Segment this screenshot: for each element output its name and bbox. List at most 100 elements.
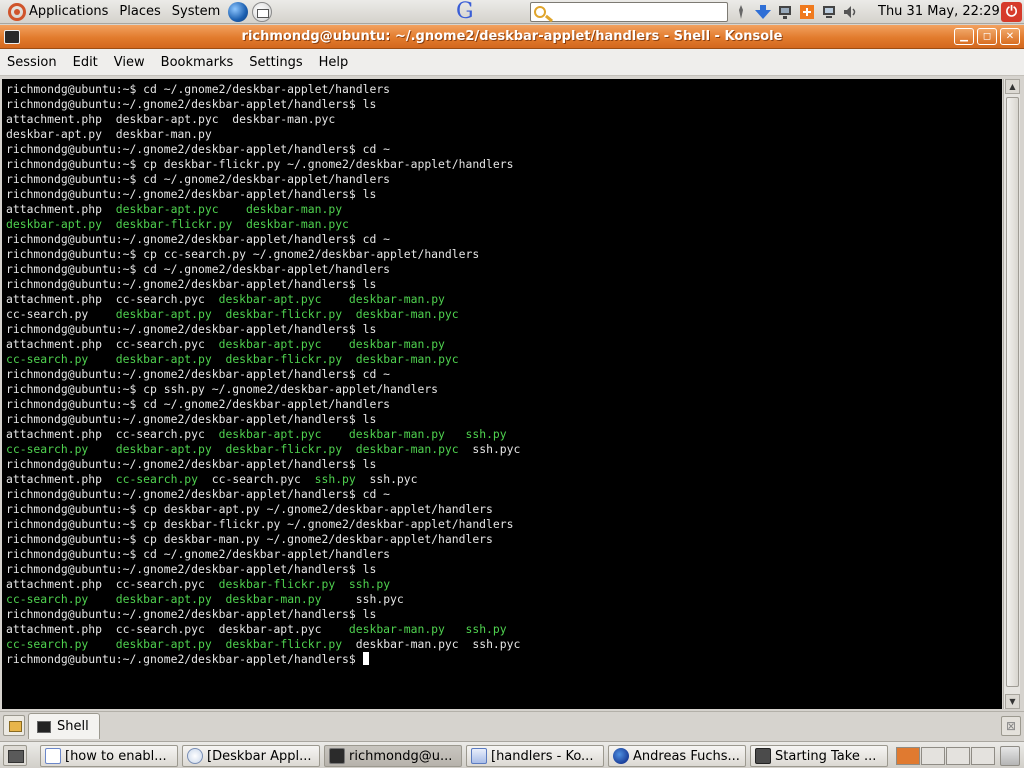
- terminal-line: richmondg@ubuntu:~$ cp deskbar-man.py ~/…: [6, 532, 1002, 547]
- system-menu[interactable]: System: [165, 0, 224, 24]
- terminal-text: attachment.php: [6, 202, 116, 216]
- network-icon[interactable]: [776, 3, 794, 21]
- firefox-launcher-icon[interactable]: [228, 1, 249, 22]
- terminal-line: cc-search.py deskbar-apt.py deskbar-flic…: [6, 307, 1002, 322]
- executable-file-name: deskbar-flickr.py: [225, 307, 343, 321]
- ubuntu-logo-icon: [8, 2, 26, 21]
- mail-launcher-icon[interactable]: [252, 1, 273, 22]
- terminal-text: attachment.php cc-search.pyc deskbar-apt…: [6, 622, 349, 636]
- taskbar-button[interactable]: [how to enabl...: [40, 745, 178, 767]
- taskbar-button[interactable]: Andreas Fuchs...: [608, 745, 746, 767]
- scroll-up-arrow-icon[interactable]: ▲: [1005, 79, 1020, 94]
- executable-file-name: deskbar-apt.py: [115, 307, 212, 321]
- menu-view[interactable]: View: [107, 55, 154, 70]
- terminal-text: richmondg@ubuntu:~/.gnome2/deskbar-apple…: [6, 607, 377, 621]
- taskbar-button[interactable]: [handlers - Ko...: [466, 745, 604, 767]
- deskbar-search-input[interactable]: [557, 4, 725, 20]
- terminal-output[interactable]: richmondg@ubuntu:~$ cd ~/.gnome2/deskbar…: [2, 79, 1002, 709]
- executable-file-name: deskbar-apt.py: [115, 442, 212, 456]
- terminal-text: richmondg@ubuntu:~/.gnome2/deskbar-apple…: [6, 232, 391, 246]
- terminal-text: ssh.pyc: [321, 592, 404, 606]
- places-menu[interactable]: Places: [112, 0, 164, 24]
- update-arrow-icon[interactable]: [754, 3, 772, 21]
- notification-area: [732, 0, 860, 24]
- new-session-icon[interactable]: [3, 715, 25, 736]
- terminal-text: richmondg@ubuntu:~$ cp ssh.py ~/.gnome2/…: [6, 382, 439, 396]
- volume-icon[interactable]: [842, 3, 860, 21]
- executable-file-name: cc-search.py: [6, 592, 89, 606]
- terminal-cursor: [362, 652, 369, 665]
- terminal-line: cc-search.py deskbar-apt.py deskbar-man.…: [6, 592, 1002, 607]
- google-search-logo-icon[interactable]: G: [456, 0, 474, 24]
- terminal-text: deskbar-man.pyc ssh.pyc: [342, 637, 521, 651]
- applications-menu[interactable]: Applications: [0, 0, 112, 24]
- menu-bookmarks[interactable]: Bookmarks: [154, 55, 243, 70]
- terminal-text: richmondg@ubuntu:~$ cd ~/.gnome2/deskbar…: [6, 547, 391, 561]
- terminal-line: richmondg@ubuntu:~/.gnome2/deskbar-apple…: [6, 97, 1002, 112]
- update-notifier-icon[interactable]: [798, 3, 816, 21]
- menu-settings[interactable]: Settings: [242, 55, 311, 70]
- terminal-text: richmondg@ubuntu:~/.gnome2/deskbar-apple…: [6, 97, 377, 111]
- terminal-text: richmondg@ubuntu:~/.gnome2/deskbar-apple…: [6, 652, 363, 666]
- deskbar-icon: [187, 748, 203, 764]
- executable-file-name: deskbar-apt.pyc: [115, 202, 219, 216]
- terminal-line: richmondg@ubuntu:~$ cp deskbar-apt.py ~/…: [6, 502, 1002, 517]
- executable-file-name: deskbar-apt.py: [115, 637, 212, 651]
- workspace-1[interactable]: [896, 747, 920, 765]
- camera-icon: [755, 748, 771, 764]
- workspace-4[interactable]: [971, 747, 995, 765]
- executable-file-name: deskbar-man.py: [246, 202, 343, 216]
- window-controls: ▁ ◻ ✕: [954, 28, 1020, 45]
- close-tab-icon[interactable]: ⊠: [1001, 716, 1021, 736]
- taskbar-button-active[interactable]: richmondg@u...: [324, 745, 462, 767]
- executable-file-name: cc-search.py: [6, 442, 89, 456]
- taskbar-label: [how to enabl...: [65, 748, 167, 764]
- display-icon[interactable]: [820, 3, 838, 21]
- menu-edit[interactable]: Edit: [66, 55, 107, 70]
- power-icon[interactable]: ⏻: [1001, 2, 1022, 22]
- konsole-window: richmondg@ubuntu: ~/.gnome2/deskbar-appl…: [0, 25, 1024, 711]
- close-button[interactable]: ✕: [1000, 28, 1020, 45]
- search-icon: [534, 6, 546, 18]
- executable-file-name: deskbar-man.py: [348, 427, 445, 441]
- terminal-line: richmondg@ubuntu:~$ cd ~/.gnome2/deskbar…: [6, 397, 1002, 412]
- taskbar-button[interactable]: [Deskbar Appl...: [182, 745, 320, 767]
- workspace-2[interactable]: [921, 747, 945, 765]
- executable-file-name: deskbar-flickr.py: [225, 442, 343, 456]
- terminal-text: attachment.php cc-search.pyc: [6, 337, 219, 351]
- terminal-scrollbar[interactable]: ▲ ▼: [1003, 79, 1020, 709]
- terminal-line: richmondg@ubuntu:~$ cd ~/.gnome2/deskbar…: [6, 547, 1002, 562]
- terminal-text: attachment.php: [6, 472, 116, 486]
- terminal-text: richmondg@ubuntu:~/.gnome2/deskbar-apple…: [6, 142, 391, 156]
- taskbar-label: [Deskbar Appl...: [207, 748, 312, 764]
- workspace-3[interactable]: [946, 747, 970, 765]
- terminal-text: richmondg@ubuntu:~/.gnome2/deskbar-apple…: [6, 457, 377, 471]
- menubar: Session Edit View Bookmarks Settings Hel…: [0, 49, 1024, 76]
- scroll-down-arrow-icon[interactable]: ▼: [1005, 694, 1020, 709]
- show-desktop-icon[interactable]: [3, 745, 27, 766]
- clock[interactable]: Thu 31 May, 22:29: [878, 0, 1000, 24]
- scrollbar-thumb[interactable]: [1006, 97, 1019, 687]
- tool-icon[interactable]: [732, 3, 750, 21]
- trash-icon[interactable]: [1000, 746, 1020, 766]
- menu-session[interactable]: Session: [0, 55, 66, 70]
- deskbar-search-box[interactable]: [530, 2, 728, 22]
- terminal-text: richmondg@ubuntu:~/.gnome2/deskbar-apple…: [6, 367, 391, 381]
- menu-help[interactable]: Help: [312, 55, 358, 70]
- taskbar-button[interactable]: Starting Take ...: [750, 745, 888, 767]
- terminal-line: richmondg@ubuntu:~$ cp deskbar-flickr.py…: [6, 157, 1002, 172]
- tab-shell[interactable]: Shell: [28, 713, 100, 739]
- maximize-button[interactable]: ◻: [977, 28, 997, 45]
- minimize-button[interactable]: ▁: [954, 28, 974, 45]
- window-titlebar[interactable]: richmondg@ubuntu: ~/.gnome2/deskbar-appl…: [0, 25, 1024, 49]
